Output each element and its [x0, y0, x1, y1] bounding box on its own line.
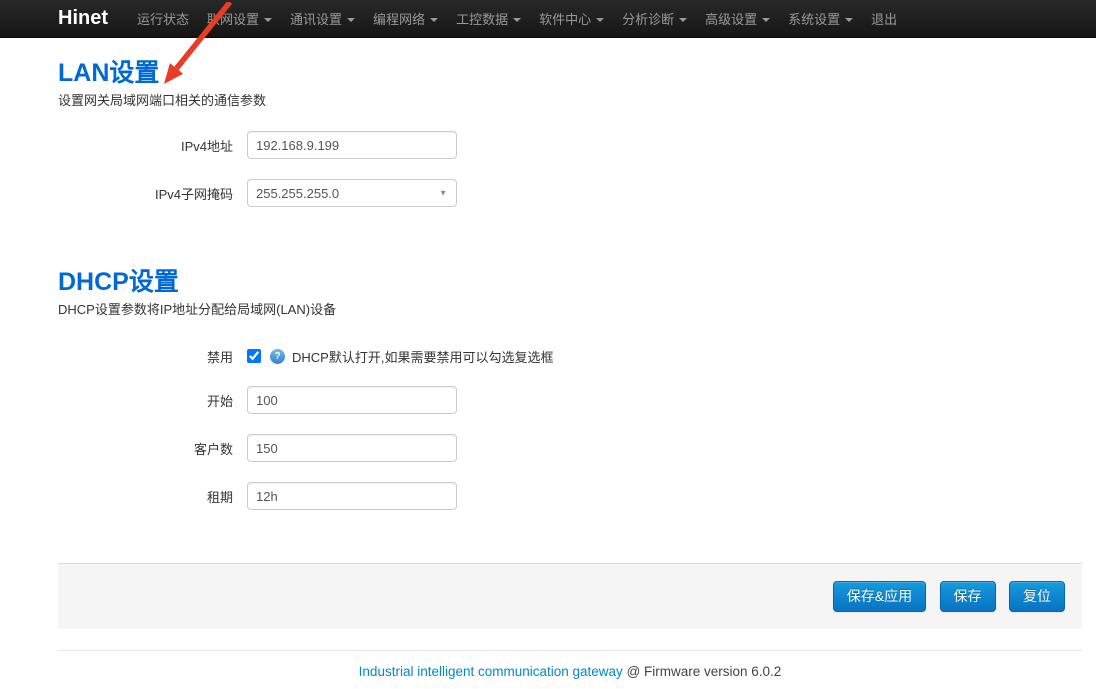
chevron-down-icon [596, 18, 604, 22]
nav-item-analysis-diagnosis[interactable]: 分析诊断 [613, 0, 696, 38]
chevron-down-icon [845, 18, 853, 22]
nav-item-run-status[interactable]: 运行状态 [128, 0, 198, 38]
form-row-dhcp-start: 开始 [58, 386, 1082, 414]
dhcp-leasetime-input[interactable] [247, 482, 457, 510]
lan-section-subtitle: 设置网关局域网端口相关的通信参数 [58, 93, 1082, 109]
nav-item-label: 编程网络 [373, 9, 425, 28]
action-bar: 保存&应用 保存 复位 [58, 563, 1082, 629]
save-apply-button[interactable]: 保存&应用 [833, 581, 926, 612]
dhcp-help-text: DHCP默认打开,如果需要禁用可以勾选复选框 [292, 347, 553, 366]
ipv4-netmask-select-wrap: 255.255.255.0 ▼ [247, 179, 457, 207]
nav-item-industrial-data[interactable]: 工控数据 [447, 0, 530, 38]
nav-item-logout[interactable]: 退出 [862, 0, 906, 38]
ipv4-address-input[interactable] [247, 131, 457, 159]
nav-item-label: 退出 [871, 9, 897, 28]
dhcp-start-label: 开始 [58, 391, 247, 410]
reset-button[interactable]: 复位 [1009, 581, 1065, 612]
form-row-dhcp-leasetime: 租期 [58, 482, 1082, 510]
chevron-down-icon [762, 18, 770, 22]
nav-item-system-settings[interactable]: 系统设置 [779, 0, 862, 38]
save-button[interactable]: 保存 [940, 581, 996, 612]
ipv4-netmask-select[interactable]: 255.255.255.0 [247, 179, 457, 207]
form-row-dhcp-clients: 客户数 [58, 434, 1082, 462]
nav-item-label: 联网设置 [207, 9, 259, 28]
dhcp-section-title: DHCP设置 [58, 267, 1082, 297]
nav-item-label: 工控数据 [456, 9, 508, 28]
firmware-version-text: @ Firmware version 6.0.2 [623, 664, 782, 679]
dhcp-start-input[interactable] [247, 386, 457, 414]
nav-item-label: 通讯设置 [290, 9, 342, 28]
ipv4-address-label: IPv4地址 [58, 136, 247, 155]
help-icon: ? [270, 349, 285, 364]
dhcp-clients-input[interactable] [247, 434, 457, 462]
footer-link[interactable]: Industrial intelligent communication gat… [359, 664, 623, 679]
nav-item-software-center[interactable]: 软件中心 [530, 0, 613, 38]
nav-item-label: 软件中心 [539, 9, 591, 28]
nav-item-label: 系统设置 [788, 9, 840, 28]
nav-item-label: 运行状态 [137, 9, 189, 28]
lan-section-title: LAN设置 [58, 58, 1082, 88]
form-row-ipv4-netmask: IPv4子网掩码 255.255.255.0 ▼ [58, 179, 1082, 207]
chevron-down-icon [264, 18, 272, 22]
nav-item-label: 高级设置 [705, 9, 757, 28]
nav-item-label: 分析诊断 [622, 9, 674, 28]
dhcp-leasetime-label: 租期 [58, 487, 247, 506]
main-content: LAN设置 设置网关局域网端口相关的通信参数 IPv4地址 IPv4子网掩码 2… [58, 58, 1082, 679]
footer: Industrial intelligent communication gat… [58, 651, 1082, 679]
form-row-dhcp-disable: 禁用 ? DHCP默认打开,如果需要禁用可以勾选复选框 [58, 346, 1082, 366]
navbar: Hinet 运行状态 联网设置 通讯设置 编程网络 工控数据 软件中心 分析诊断… [0, 0, 1096, 38]
chevron-down-icon [679, 18, 687, 22]
brand-logo[interactable]: Hinet [58, 7, 108, 30]
dhcp-clients-label: 客户数 [58, 439, 247, 458]
chevron-down-icon [347, 18, 355, 22]
nav-item-programming-network[interactable]: 编程网络 [364, 0, 447, 38]
dhcp-disable-checkbox[interactable] [247, 349, 261, 363]
dhcp-disable-label: 禁用 [58, 347, 247, 366]
dhcp-section-subtitle: DHCP设置参数将IP地址分配给局域网(LAN)设备 [58, 302, 1082, 318]
chevron-down-icon [513, 18, 521, 22]
ipv4-netmask-label: IPv4子网掩码 [58, 184, 247, 203]
nav-item-comm-settings[interactable]: 通讯设置 [281, 0, 364, 38]
dhcp-form: 禁用 ? DHCP默认打开,如果需要禁用可以勾选复选框 开始 客户数 租期 [58, 346, 1082, 510]
nav-item-network-settings[interactable]: 联网设置 [198, 0, 281, 38]
form-row-ipv4-address: IPv4地址 [58, 131, 1082, 159]
chevron-down-icon [430, 18, 438, 22]
nav-item-advanced-settings[interactable]: 高级设置 [696, 0, 779, 38]
lan-form: IPv4地址 IPv4子网掩码 255.255.255.0 ▼ [58, 131, 1082, 207]
